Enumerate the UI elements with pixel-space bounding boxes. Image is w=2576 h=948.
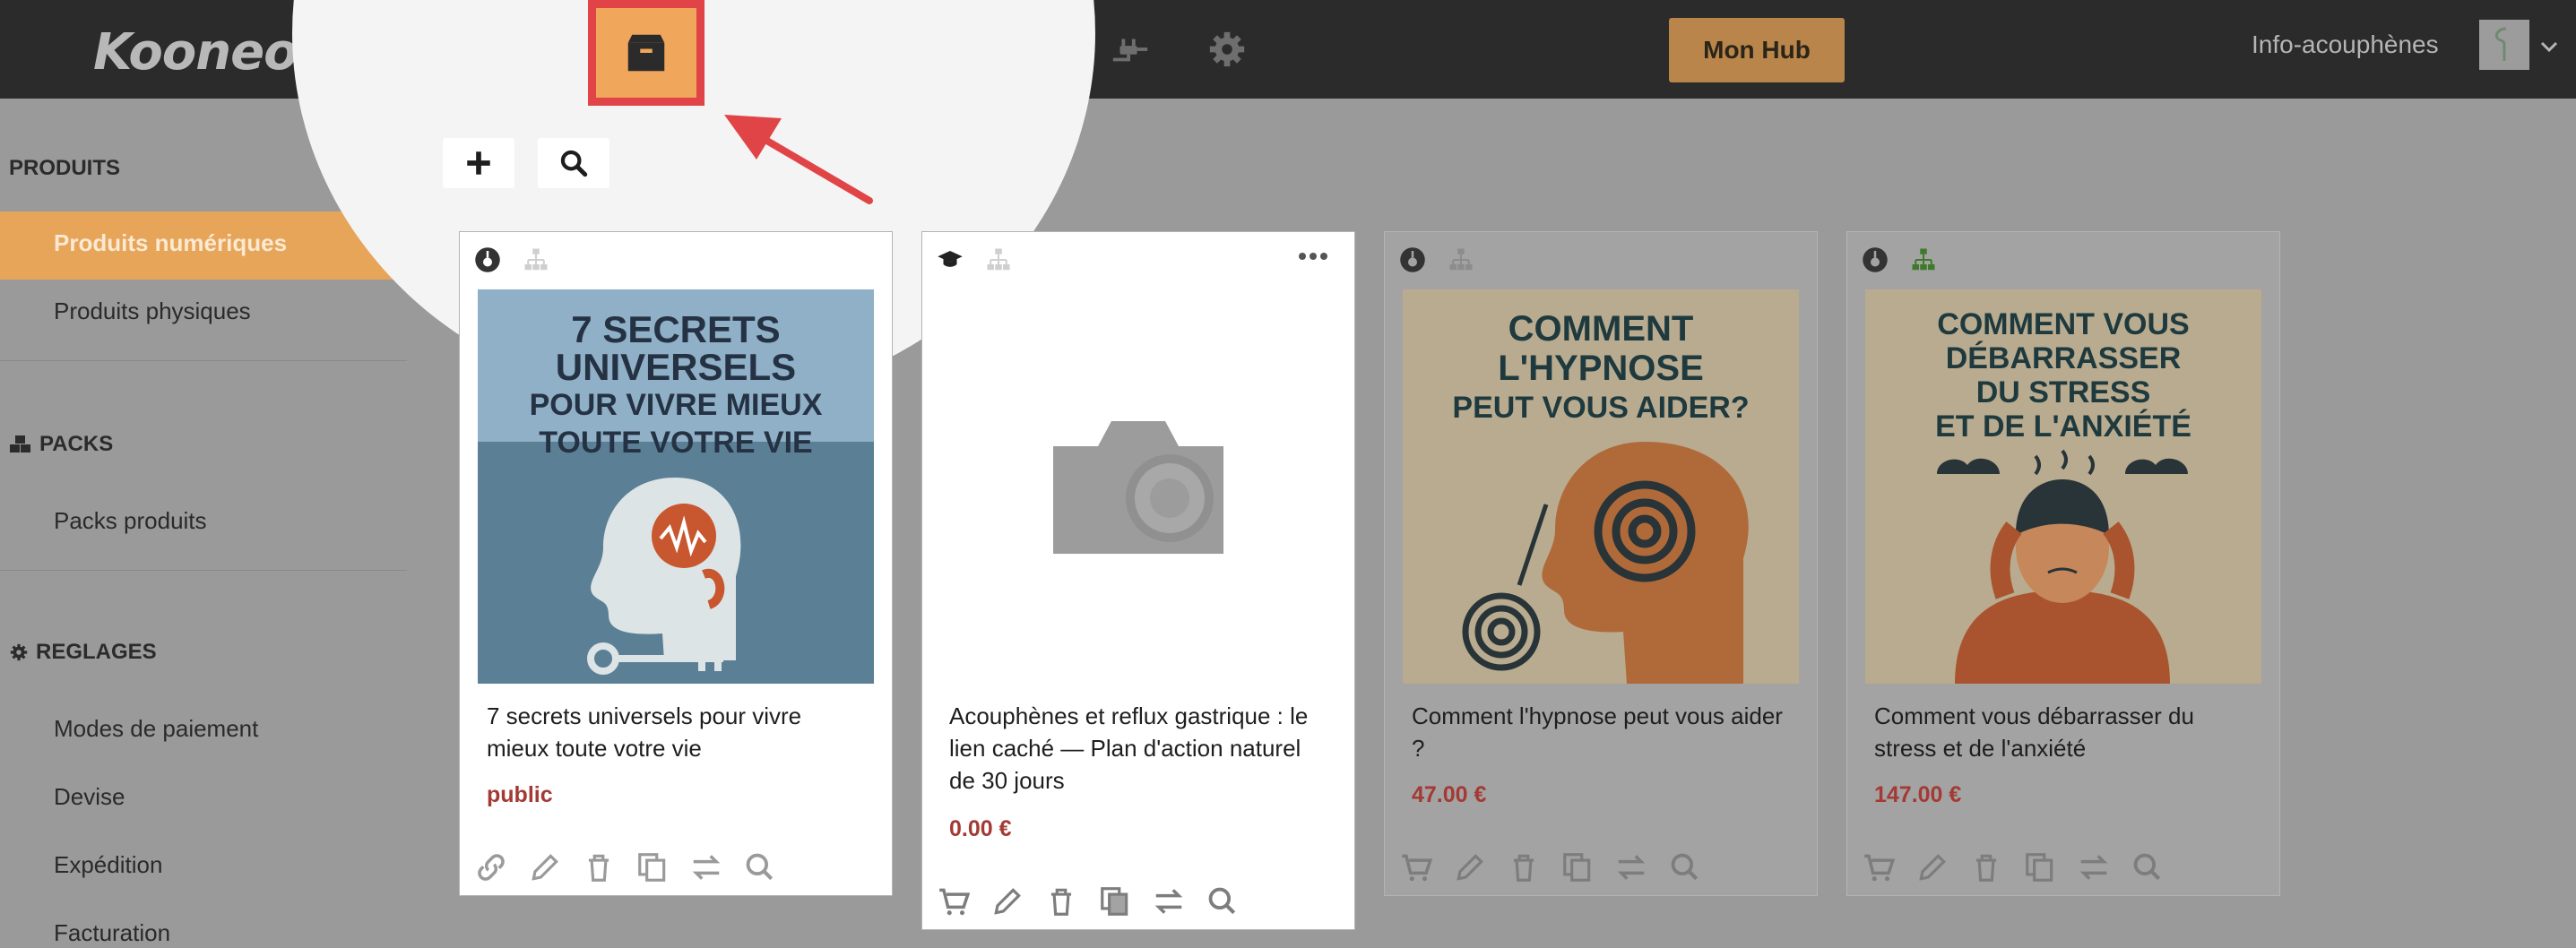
card-actions	[937, 884, 1240, 918]
transfer-icon[interactable]	[1614, 850, 1648, 884]
sidebar-heading-packs: PACKS	[9, 432, 113, 457]
image-text: 7 SECRETS	[571, 308, 781, 350]
sidebar-divider	[0, 570, 407, 571]
graduation-cap-icon	[938, 251, 963, 267]
copy-icon[interactable]	[1098, 884, 1132, 918]
sitemap-icon	[1912, 248, 1935, 271]
copy-icon[interactable]	[1560, 850, 1595, 884]
copy-icon[interactable]	[635, 850, 670, 884]
product-title[interactable]: Acouphènes et reflux gastrique : le lien…	[949, 700, 1326, 797]
plus-icon	[467, 151, 490, 175]
digital-product-icon	[1400, 247, 1425, 272]
product-title[interactable]: Comment vous débarrasser du stress et de…	[1874, 700, 2251, 764]
sidebar-item-currency[interactable]: Devise	[54, 783, 125, 811]
search-icon	[560, 150, 588, 177]
sidebar-item-payment-modes[interactable]: Modes de paiement	[54, 715, 258, 743]
gear-icon	[10, 643, 28, 661]
kooneo-logo[interactable]: Kooneo	[93, 23, 298, 82]
cubes-icon	[10, 435, 30, 452]
sidebar-item-physical-products[interactable]: Produits physiques	[54, 297, 251, 325]
image-text: COMMENT	[1508, 309, 1694, 349]
sidebar-heading-products: PRODUITS	[9, 156, 121, 180]
product-card[interactable]: COMMENT VOUS DÉBARRASSER DU STRESS ET DE…	[1846, 231, 2280, 896]
cart-icon[interactable]	[937, 884, 971, 918]
sidebar: PRODUITS Produits numériques Produits ph…	[0, 99, 407, 948]
product-title[interactable]: 7 secrets universels pour vivre mieux to…	[487, 700, 863, 764]
avatar[interactable]	[2479, 20, 2529, 70]
sidebar-heading-settings: REGLAGES	[9, 640, 157, 665]
image-text: PEUT VOUS AIDER?	[1452, 391, 1750, 425]
sitemap-icon	[1449, 248, 1473, 271]
image-text: POUR VIVRE MIEUX	[529, 388, 823, 422]
product-card[interactable]: 7 SECRETS UNIVERSELS POUR VIVRE MIEUX TO…	[459, 231, 893, 896]
product-image[interactable]: 7 SECRETS UNIVERSELS POUR VIVRE MIEUX TO…	[478, 289, 874, 684]
delete-icon[interactable]	[1507, 850, 1541, 884]
sidebar-item-billing[interactable]: Facturation	[54, 919, 170, 947]
add-product-button[interactable]	[443, 138, 514, 188]
search-icon[interactable]	[1206, 884, 1240, 918]
plugin-icon[interactable]	[1099, 18, 1162, 81]
edit-icon[interactable]	[990, 884, 1024, 918]
camera-icon	[1053, 421, 1223, 554]
chevron-down-icon[interactable]	[2538, 36, 2560, 57]
head-illustration	[587, 478, 741, 675]
products-icon[interactable]	[588, 0, 705, 106]
image-text: COMMENT VOUS	[1937, 307, 2190, 341]
edit-icon[interactable]	[528, 850, 562, 884]
transfer-icon[interactable]	[1152, 884, 1186, 918]
hypnosis-illustration	[1462, 442, 1749, 684]
edit-icon[interactable]	[1453, 850, 1487, 884]
cart-icon[interactable]	[1399, 850, 1433, 884]
mon-hub-button[interactable]: Mon Hub	[1669, 18, 1845, 82]
search-button[interactable]	[538, 138, 609, 188]
digital-product-icon	[1863, 247, 1888, 272]
card-actions	[1862, 850, 2165, 884]
search-icon[interactable]	[1668, 850, 1702, 884]
image-text: L'HYPNOSE	[1498, 349, 1704, 388]
edit-icon[interactable]	[1915, 850, 1949, 884]
arrow-annotation	[724, 115, 873, 204]
product-price: 147.00 €	[1874, 782, 1962, 807]
product-image[interactable]: COMMENT L'HYPNOSE PEUT VOUS AIDER?	[1403, 289, 1799, 684]
product-price: 47.00 €	[1412, 782, 1487, 807]
sitemap-icon	[987, 248, 1010, 271]
cart-icon[interactable]	[1862, 850, 1896, 884]
delete-icon[interactable]	[1969, 850, 2003, 884]
card-actions	[1399, 850, 1702, 884]
more-options-icon[interactable]	[1297, 250, 1329, 263]
settings-icon[interactable]	[1196, 18, 1258, 81]
product-price: 0.00 €	[949, 816, 1012, 841]
product-image[interactable]: COMMENT VOUS DÉBARRASSER DU STRESS ET DE…	[1865, 289, 2261, 684]
image-text: TOUTE VOTRE VIE	[539, 426, 813, 460]
product-card[interactable]: COMMENT L'HYPNOSE PEUT VOUS AIDER? Comme…	[1384, 231, 1818, 896]
account-name[interactable]: Info-acouphènes	[2252, 30, 2439, 59]
delete-icon[interactable]	[1044, 884, 1078, 918]
transfer-icon[interactable]	[689, 850, 723, 884]
image-text: UNIVERSELS	[555, 346, 797, 388]
sidebar-divider	[0, 360, 407, 361]
delete-icon[interactable]	[582, 850, 616, 884]
image-text: DÉBARRASSER	[1945, 341, 2182, 375]
link-icon[interactable]	[474, 850, 508, 884]
digital-product-icon	[475, 247, 500, 272]
search-icon[interactable]	[743, 850, 777, 884]
image-text: DU STRESS	[1975, 375, 2151, 409]
product-title[interactable]: Comment l'hypnose peut vous aider ?	[1412, 700, 1788, 764]
sidebar-item-shipping[interactable]: Expédition	[54, 851, 162, 879]
product-image-placeholder[interactable]	[940, 289, 1336, 684]
sitemap-icon	[524, 248, 548, 271]
sidebar-item-label[interactable]: Produits numériques	[54, 229, 287, 257]
stressed-person-illustration	[1937, 449, 2188, 684]
image-text: ET DE L'ANXIÉTÉ	[1935, 409, 2191, 444]
search-icon[interactable]	[2131, 850, 2165, 884]
card-actions	[474, 850, 777, 884]
sidebar-item-product-packs[interactable]: Packs produits	[54, 507, 207, 535]
copy-icon[interactable]	[2023, 850, 2057, 884]
transfer-icon[interactable]	[2077, 850, 2111, 884]
product-visibility: public	[487, 782, 553, 807]
product-card[interactable]: Acouphènes et reflux gastrique : le lien…	[921, 231, 1355, 930]
